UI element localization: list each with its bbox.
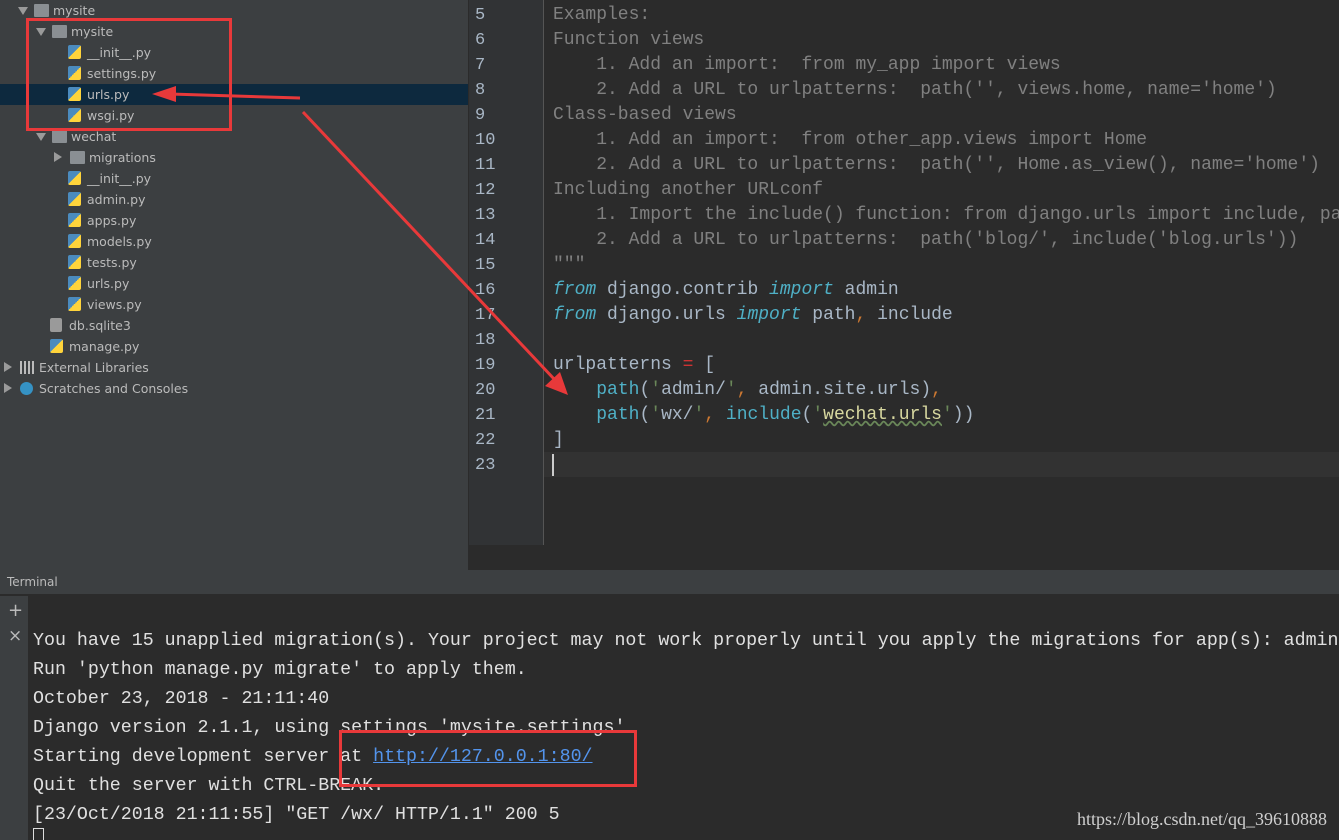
arrow-to-urls-head <box>152 86 176 102</box>
arrow-to-code-head <box>545 372 568 395</box>
watermark: https://blog.csdn.net/qq_39610888 <box>1077 809 1327 829</box>
arrow-to-urls-line <box>169 92 301 100</box>
annotation-arrows <box>152 86 568 395</box>
arrow-to-code-line <box>301 110 557 382</box>
